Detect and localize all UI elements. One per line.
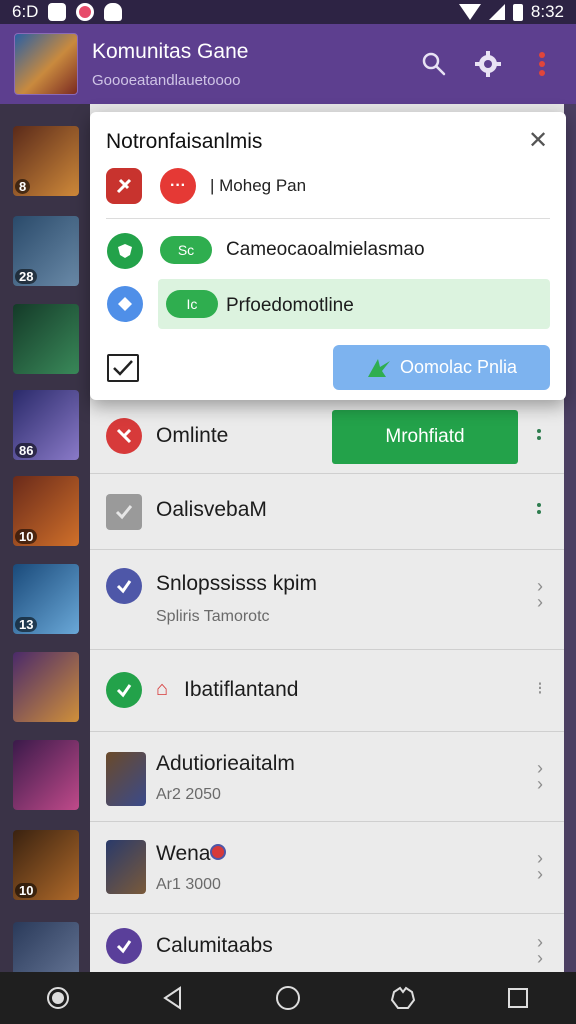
overflow-menu-icon[interactable] [528, 50, 556, 78]
chevron-right-icon[interactable]: › › [534, 577, 546, 612]
battery-icon [512, 3, 523, 21]
dialog-subtitle: | Moheg Pan [210, 176, 307, 195]
list-item[interactable]: Calumitaabs › › [90, 914, 564, 972]
dialog-header-row: ··· | Moheg Pan [106, 166, 546, 204]
navigation-bar [0, 972, 576, 1024]
game-thumbnail[interactable]: 86 [13, 390, 79, 460]
chat-icon[interactable]: ··· [160, 168, 196, 204]
app-icon [106, 168, 142, 204]
dialog-title: Notronfaisanlmis [106, 130, 263, 153]
thumbnail-badge: 86 [15, 443, 38, 458]
list-item[interactable]: Adutiorieaitalm Ar2 2050 › › [90, 732, 564, 822]
game-mode-icon[interactable] [390, 985, 416, 1011]
muted-icon [106, 418, 142, 454]
option-pill[interactable]: Sc [160, 236, 212, 264]
game-thumbnail[interactable] [13, 652, 79, 722]
dialog-subtitle-text: Moheg Pan [219, 176, 307, 195]
check-icon [106, 928, 142, 964]
list-item-title: Adutiorieaitalm [156, 752, 295, 775]
game-thumbnail[interactable]: 10 [13, 476, 79, 546]
home-icon[interactable] [275, 985, 301, 1011]
assistant-icon[interactable] [45, 985, 71, 1011]
record-icon [76, 3, 95, 21]
more-icon[interactable] [536, 426, 542, 446]
thumbnail-badge: 13 [15, 617, 38, 632]
game-thumbnail[interactable]: 13 [13, 564, 79, 634]
status-bar: 6:D 8:32 [0, 0, 576, 24]
more-icon[interactable] [536, 500, 542, 520]
list-item[interactable]: ⌂ Ibatiflantand ⁝ [90, 650, 564, 732]
chevron-right-icon[interactable]: › › [534, 933, 546, 968]
app-subtitle: Goooeatandlauetoooo [92, 71, 241, 89]
list-item[interactable]: Wena Ar1 3000 › › [90, 822, 564, 914]
chevron-right-icon[interactable]: › › [534, 759, 546, 794]
thumbnail-badge: 8 [15, 179, 31, 194]
recents-icon[interactable] [505, 985, 531, 1011]
gear-icon[interactable] [474, 50, 502, 78]
list-item-title: Ibatiflantand [184, 678, 299, 701]
wifi-icon [458, 4, 481, 20]
list-item-title: OalisvebaM [156, 498, 267, 521]
thumbnail-badge: 28 [15, 269, 38, 284]
close-icon[interactable]: ✕ [526, 129, 550, 154]
status-clock: 8:32 [530, 2, 564, 21]
app-titles: Komunitas Gane Goooeatandlauetoooo [92, 40, 248, 89]
settings-icon [107, 286, 143, 322]
badge-icon [210, 844, 226, 860]
dialog-option-label[interactable]: Cameocaoalmielasmao [226, 239, 425, 261]
search-icon[interactable] [420, 50, 448, 78]
warning-icon: ⌂ [156, 678, 169, 700]
thumbnail-badge: 10 [15, 529, 38, 544]
confirm-button[interactable]: Oomolac Pnlia [333, 345, 550, 390]
list-item[interactable]: Snlopssisss kpim Spliris Tamorotc › › [90, 550, 564, 650]
notification-dialog: Notronfaisanlmis ✕ ··· | Moheg Pan Sc Ca… [90, 112, 566, 400]
divider [106, 218, 550, 219]
list-item[interactable]: Omlinte Mrohfiatd [90, 400, 564, 474]
checkbox-icon[interactable] [106, 494, 142, 530]
check-icon [106, 568, 142, 604]
game-thumbnail[interactable]: 8 [13, 126, 79, 196]
list-item-subtitle: Ar2 2050 [156, 786, 221, 803]
game-avatar [106, 752, 146, 806]
thumbnail-column: 8 28 86 10 13 10 [0, 104, 92, 992]
checkbox[interactable] [107, 354, 139, 382]
game-thumbnail[interactable]: 10 [13, 830, 79, 900]
app-title: Komunitas Gane [92, 39, 249, 63]
action-button[interactable]: Mrohfiatd [332, 410, 518, 464]
list-item-title: Wena [156, 842, 211, 865]
game-thumbnail[interactable] [13, 740, 79, 810]
status-right: 8:32 [458, 2, 564, 22]
app-logo[interactable] [14, 33, 78, 95]
back-icon[interactable] [160, 985, 186, 1011]
dialog-option-label[interactable]: Prfoedomotline [226, 295, 354, 317]
app-bar-actions [420, 50, 562, 78]
notification-icon [48, 3, 67, 21]
status-time: 6:D [12, 2, 39, 21]
app-bar: Komunitas Gane Goooeatandlauetoooo [0, 24, 576, 104]
game-avatar [106, 840, 146, 894]
check-circle-icon [106, 672, 142, 708]
list-item-title: Omlinte [156, 424, 229, 447]
more-icon[interactable]: ⁝ [534, 679, 546, 714]
list-item-title: Calumitaabs [156, 934, 273, 957]
list-item[interactable]: OalisvebaM [90, 474, 564, 550]
list-item-subtitle: Spliris Tamorotc [156, 608, 270, 625]
list-item-subtitle: Ar1 3000 [156, 876, 221, 893]
game-thumbnail[interactable] [13, 304, 79, 374]
ghost-icon [104, 3, 123, 21]
option-pill[interactable]: Ic [166, 290, 218, 318]
leaf-icon [367, 358, 390, 377]
shield-icon [107, 233, 143, 269]
thumbnail-badge: 10 [15, 883, 38, 898]
list-item-title: Snlopssisss kpim [156, 572, 318, 595]
confirm-button-label: Oomolac Pnlia [399, 357, 518, 377]
signal-icon [488, 4, 505, 20]
game-thumbnail[interactable]: 28 [13, 216, 79, 286]
chevron-right-icon[interactable]: › › [534, 849, 546, 884]
